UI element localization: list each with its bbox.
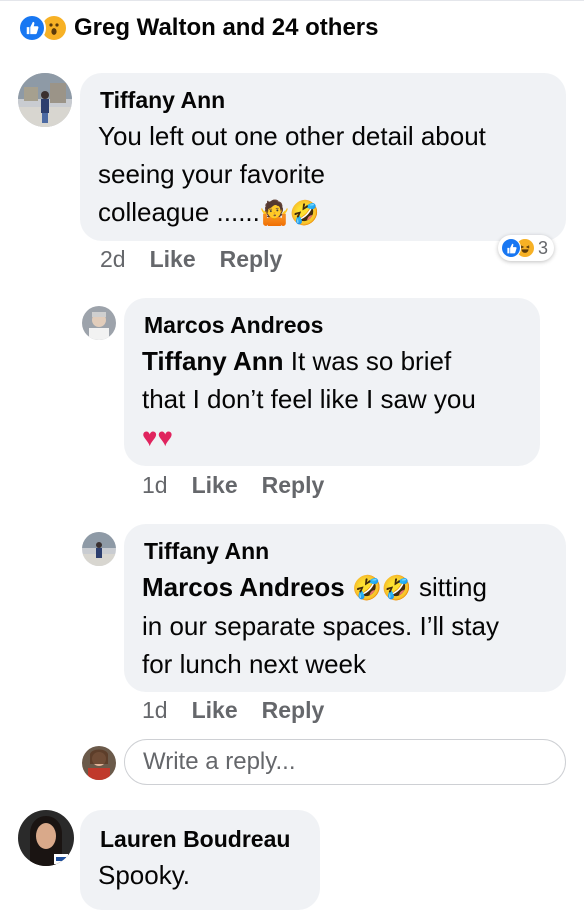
comment-text: Marcos Andreos 🤣🤣 sitting in our separat… <box>142 568 564 683</box>
reaction-count-number: 3 <box>538 237 549 258</box>
top-divider <box>0 0 584 1</box>
avatar[interactable] <box>82 306 116 340</box>
comment-text-line: Marcos Andreos 🤣🤣 sitting <box>142 568 564 607</box>
heart-emoji-icon: ♥♥ <box>142 422 173 452</box>
comment-text-segment: colleague ...... <box>98 197 260 227</box>
comment-text: Tiffany Ann It was so brief that I don’t… <box>142 342 538 456</box>
mention-link[interactable]: Marcos Andreos <box>142 572 345 602</box>
reply-button[interactable]: Reply <box>262 697 325 724</box>
like-icon <box>501 238 521 258</box>
reply-input-field[interactable] <box>141 747 565 777</box>
reply-button[interactable]: Reply <box>220 246 283 273</box>
avatar[interactable] <box>18 73 72 127</box>
comment-text-line: colleague ......🤷🤣 <box>98 193 564 232</box>
comment-text-line: Tiffany Ann It was so brief <box>142 342 538 380</box>
comment-author[interactable]: Tiffany Ann <box>144 538 269 565</box>
emoji-icon: 🤣🤣 <box>352 574 412 602</box>
comment-author[interactable]: Tiffany Ann <box>100 87 225 114</box>
comment-bubble: Tiffany Ann Marcos Andreos 🤣🤣 sitting in… <box>124 524 566 692</box>
comment-text-line: seeing your favorite <box>98 159 325 189</box>
avatar[interactable] <box>82 532 116 566</box>
comment-bubble: Tiffany Ann You left out one other detai… <box>80 73 566 241</box>
comment-text: You left out one other detail about seei… <box>98 117 564 232</box>
like-icon <box>18 14 46 42</box>
comment-timestamp[interactable]: 2d <box>100 246 126 273</box>
like-button[interactable]: Like <box>192 472 238 499</box>
reaction-count[interactable]: 3 <box>498 235 555 261</box>
comment-bubble: Lauren Boudreau Spooky. <box>80 810 320 910</box>
emoji-icon: 🤷🤣 <box>259 199 320 227</box>
like-button[interactable]: Like <box>150 246 196 273</box>
comment-text: Spooky. <box>98 860 191 890</box>
reply-input[interactable] <box>124 739 566 785</box>
comment-author[interactable]: Lauren Boudreau <box>100 826 290 853</box>
comment-timestamp[interactable]: 1d <box>142 472 168 499</box>
comment-text-line: that I don’t feel like I saw you <box>142 384 476 414</box>
comment-actions: 2d Like Reply <box>100 246 282 273</box>
mention-link[interactable]: Tiffany Ann <box>142 346 284 376</box>
reaction-summary-text[interactable]: Greg Walton and 24 others <box>74 14 379 42</box>
comment-timestamp[interactable]: 1d <box>142 697 168 724</box>
avatar <box>82 746 116 780</box>
comment-author[interactable]: Marcos Andreos <box>144 312 323 339</box>
reply-button[interactable]: Reply <box>262 472 325 499</box>
comment-actions: 1d Like Reply <box>142 472 324 499</box>
comment-text-line: in our separate spaces. I’ll stay <box>142 611 499 641</box>
reaction-summary[interactable]: Greg Walton and 24 others <box>18 14 379 42</box>
like-button[interactable]: Like <box>192 697 238 724</box>
comment-text-segment: It was so brief <box>283 346 452 376</box>
comment-text-segment: sitting <box>411 572 487 602</box>
comment-text-line: for lunch next week <box>142 649 367 679</box>
comment-actions: 1d Like Reply <box>142 697 324 724</box>
comment-bubble: Marcos Andreos Tiffany Ann It was so bri… <box>124 298 540 466</box>
avatar[interactable] <box>18 810 74 866</box>
comment-text-line: You left out one other detail about <box>98 121 486 151</box>
